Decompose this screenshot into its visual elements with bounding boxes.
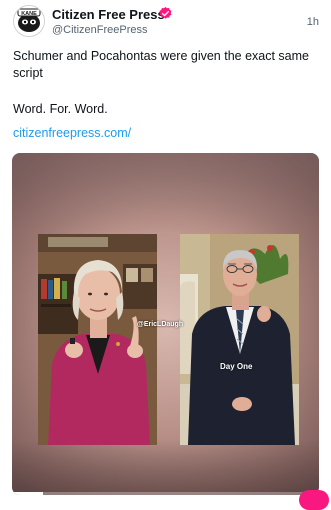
video-panel-left [38, 234, 157, 445]
video-panel-right [180, 234, 299, 445]
post-text-line1: Schumer and Pocahontas were given the ex… [13, 49, 310, 80]
timestamp[interactable]: 1h [307, 16, 319, 28]
video-watermark: @EricLDaugh [137, 321, 184, 328]
video-background-blur [12, 153, 319, 233]
verified-badge-icon [159, 6, 172, 19]
svg-text:KANE: KANE [21, 11, 37, 17]
post-header: KANE Citizen Free Press @CitizenFreePres… [13, 5, 319, 39]
video-progress-fill [12, 492, 43, 495]
post-link[interactable]: citizenfreepress.com/ [13, 126, 131, 140]
video-player[interactable]: @EricLDaugh Day One [12, 153, 319, 495]
woman-speaker-image [38, 234, 157, 445]
man-speaker-image [180, 234, 299, 445]
video-background-blur-bottom [12, 440, 319, 495]
video-progress-bar[interactable] [12, 492, 319, 495]
post-text: Schumer and Pocahontas were given the ex… [13, 48, 319, 118]
video-caption: Day One [220, 362, 253, 371]
floating-action-button[interactable] [299, 490, 329, 510]
avatar[interactable]: KANE [13, 5, 45, 37]
kane-logo-icon: KANE [14, 6, 44, 36]
handle[interactable]: @CitizenFreePress [52, 24, 148, 36]
post-text-line2: Word. For. Word. [13, 102, 108, 116]
display-name[interactable]: Citizen Free Press [52, 7, 165, 22]
